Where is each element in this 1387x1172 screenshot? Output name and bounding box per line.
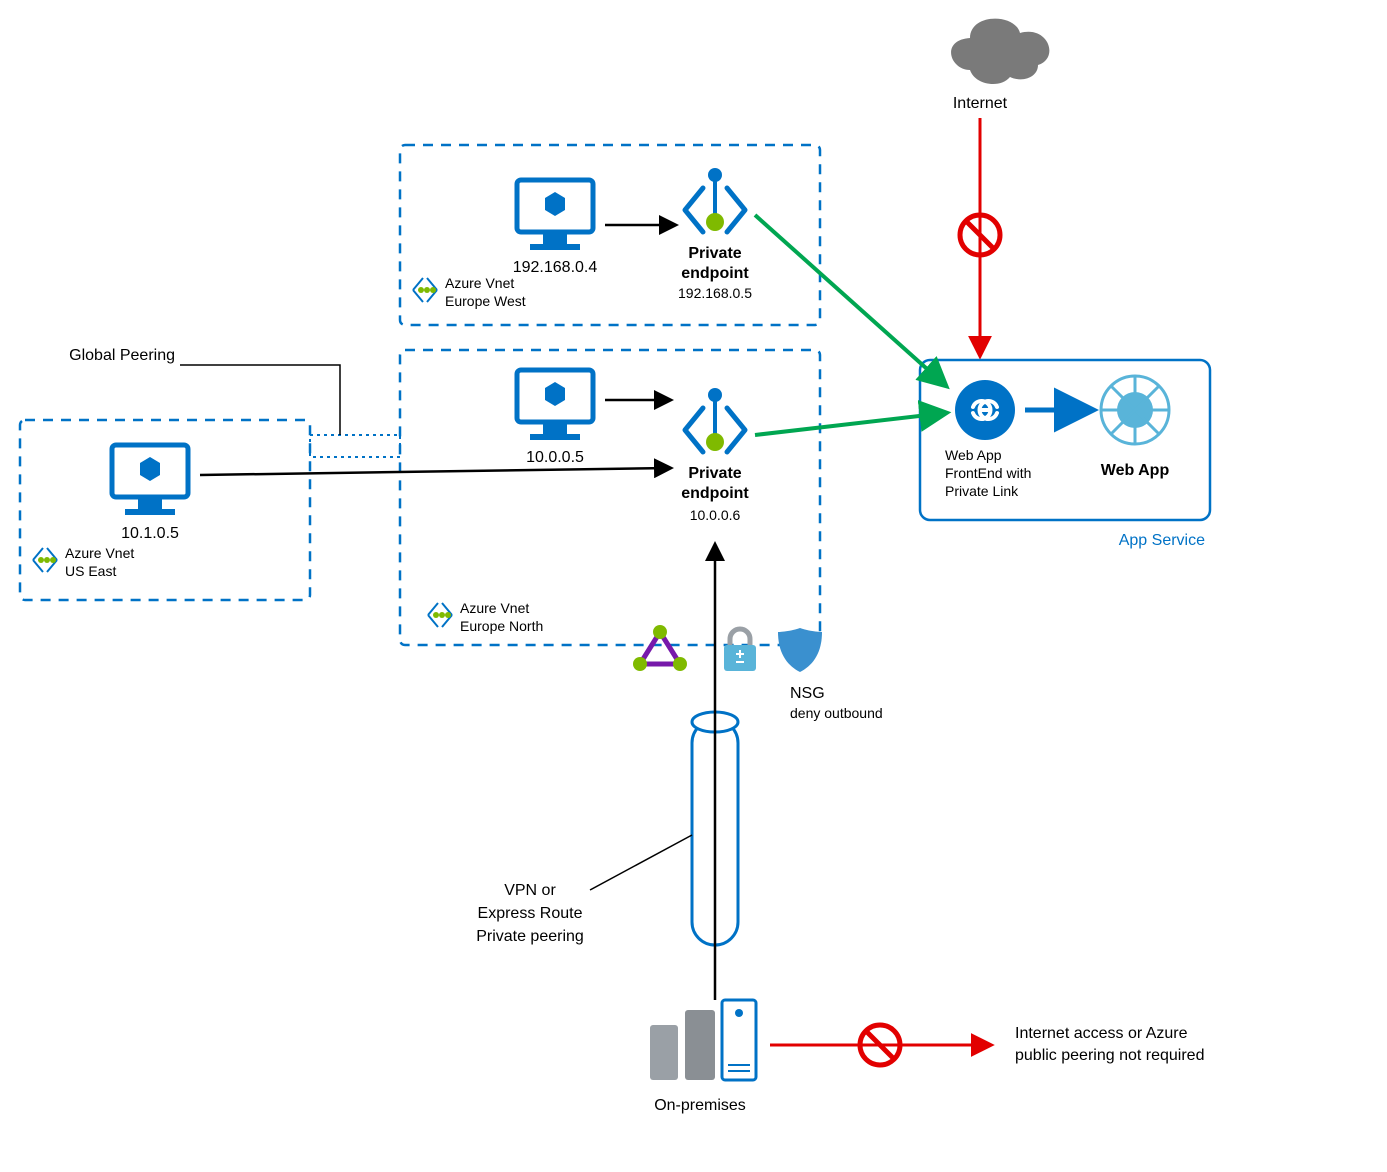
vpn-label-2: Express Route <box>478 905 583 922</box>
pe-en-to-frontend-arrow <box>755 413 945 435</box>
global-peering-link <box>310 435 400 457</box>
global-peering-label: Global Peering <box>69 347 175 364</box>
onprem-note-2: public peering not required <box>1015 1047 1204 1064</box>
frontend-label-2: FrontEnd with <box>945 465 1031 481</box>
vpn-label-3: Private peering <box>476 928 584 945</box>
vnet-us-title1: Azure Vnet <box>65 545 134 561</box>
pe-en-label1: Private <box>688 465 741 482</box>
vm-icon <box>517 180 593 250</box>
private-endpoint-icon <box>685 388 745 452</box>
vnet-icon <box>413 278 437 302</box>
pe-ew-to-frontend-arrow <box>755 215 945 385</box>
internet-label: Internet <box>953 95 1008 112</box>
vnet-icon <box>428 603 452 627</box>
load-balancer-icon <box>633 625 687 671</box>
internet-icon <box>951 19 1049 84</box>
vpn-label-1: VPN or <box>504 882 556 899</box>
vpn-callout-line <box>590 835 692 890</box>
lock-icon <box>724 629 756 671</box>
private-endpoint-icon <box>685 168 745 232</box>
vnet-ew-title2: Europe West <box>445 293 526 309</box>
shield-icon <box>778 628 822 672</box>
vnet-us-vm-ip: 10.1.0.5 <box>121 525 179 542</box>
onprem-note-1: Internet access or Azure <box>1015 1025 1188 1042</box>
vnet-en-title1: Azure Vnet <box>460 600 529 616</box>
nsg-label: NSG <box>790 685 825 702</box>
web-app-icon <box>1101 376 1169 444</box>
nsg-sub-label: deny outbound <box>790 705 883 721</box>
web-app-label: Web App <box>1101 462 1170 479</box>
pe-en-label2: endpoint <box>681 485 749 502</box>
vnet-us-title2: US East <box>65 563 116 579</box>
app-service-group-label: App Service <box>1119 532 1205 549</box>
pe-ew-label2: endpoint <box>681 265 749 282</box>
diagram-canvas: Internet App Service Web App FrontEnd wi… <box>0 0 1387 1172</box>
vnet-en-vm-ip: 10.0.0.5 <box>526 449 584 466</box>
vnet-ew-vm-ip: 192.168.0.4 <box>513 259 598 276</box>
vnet-ew-title1: Azure Vnet <box>445 275 514 291</box>
pe-en-ip: 10.0.0.6 <box>690 507 741 523</box>
private-link-icon <box>955 380 1015 440</box>
server-rack-icon <box>650 1000 756 1080</box>
global-peering-callout-line <box>180 365 340 435</box>
vm-icon <box>112 445 188 515</box>
frontend-label-3: Private Link <box>945 483 1019 499</box>
us-vm-to-pe-en-arrow <box>200 468 670 475</box>
pe-ew-ip: 192.168.0.5 <box>678 285 752 301</box>
vnet-en-title2: Europe North <box>460 618 543 634</box>
vm-icon <box>517 370 593 440</box>
pe-ew-label1: Private <box>688 245 741 262</box>
vnet-icon <box>33 548 57 572</box>
onprem-label: On-premises <box>654 1097 746 1114</box>
frontend-label-1: Web App <box>945 447 1002 463</box>
